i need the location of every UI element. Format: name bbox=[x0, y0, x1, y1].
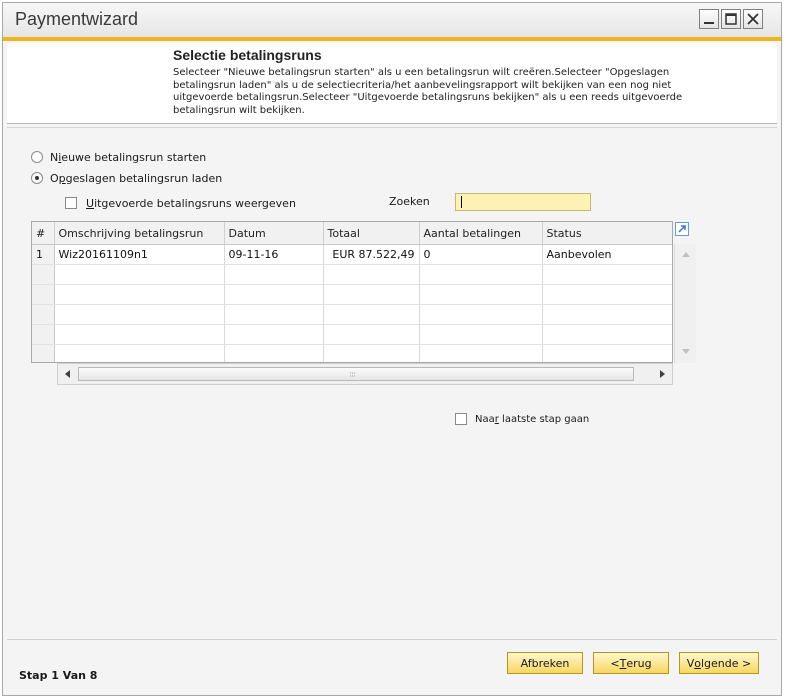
close-icon bbox=[747, 13, 759, 25]
back-button[interactable]: < Terug bbox=[593, 652, 669, 674]
maximize-icon bbox=[725, 13, 737, 25]
radio-load-saved[interactable]: Opgeslagen betalingsrun laden bbox=[31, 170, 222, 186]
radio-new-run[interactable]: Nieuwe betalingsrun starten bbox=[31, 149, 206, 165]
checkbox-goto-last-step-box[interactable] bbox=[455, 413, 467, 425]
scroll-left-icon bbox=[65, 370, 70, 378]
checkbox-show-executed-label: Uitgevoerde betalingsruns weergeven bbox=[86, 196, 296, 210]
footer-divider bbox=[7, 639, 777, 640]
header-divider bbox=[7, 123, 777, 128]
row-number[interactable]: 1 bbox=[32, 244, 55, 265]
table-header: # Omschrijving betalingsrun Datum Totaal… bbox=[32, 222, 672, 245]
column-header-description[interactable]: Omschrijving betalingsrun bbox=[54, 222, 225, 245]
text-caret bbox=[461, 196, 462, 208]
step-indicator: Stap 1 Van 8 bbox=[19, 669, 98, 682]
maximize-button[interactable] bbox=[721, 9, 741, 29]
column-header-total[interactable]: Totaal bbox=[323, 222, 420, 245]
search-input[interactable] bbox=[455, 193, 591, 211]
table-row-empty[interactable] bbox=[32, 264, 672, 285]
header-panel: Selectie betalingsruns Selecteer "Nieuwe… bbox=[7, 43, 777, 123]
radio-new-run-indicator[interactable] bbox=[31, 151, 43, 163]
minimize-button[interactable] bbox=[699, 9, 719, 29]
window-title: Paymentwizard bbox=[15, 9, 139, 29]
table-row-empty[interactable] bbox=[32, 284, 672, 305]
column-header-date[interactable]: Datum bbox=[224, 222, 324, 245]
scroll-right-icon bbox=[660, 370, 665, 378]
radio-new-run-label: Nieuwe betalingsrun starten bbox=[50, 150, 207, 164]
checkbox-goto-last-step-label: Naar laatste stap gaan bbox=[475, 413, 590, 425]
column-header-number[interactable]: # bbox=[32, 222, 55, 245]
minimize-icon bbox=[704, 22, 714, 24]
page-title: Selectie betalingsruns bbox=[173, 47, 322, 63]
payment-wizard-window: Paymentwizard Selectie betalingsruns Sel… bbox=[2, 2, 782, 696]
search-label: Zoeken bbox=[389, 195, 430, 208]
expand-table-icon[interactable] bbox=[675, 222, 689, 236]
next-button[interactable]: Vo lgende > bbox=[679, 652, 759, 674]
page-description: Selecteer "Nieuwe betalingsrun starten" … bbox=[173, 67, 683, 116]
cancel-button[interactable]: Afbreken bbox=[507, 652, 583, 674]
cell-date[interactable]: 09-11-16 bbox=[224, 244, 324, 265]
checkbox-show-executed[interactable]: Uitgevoerde betalingsruns weergeven bbox=[65, 195, 296, 211]
horizontal-scroll-thumb[interactable] bbox=[78, 367, 634, 381]
close-button[interactable] bbox=[743, 9, 763, 29]
scroll-up-icon bbox=[682, 252, 690, 257]
scroll-down-icon bbox=[682, 349, 690, 354]
column-header-status[interactable]: Status bbox=[542, 222, 672, 245]
checkbox-goto-last-step[interactable]: Naar laatste stap gaan bbox=[455, 411, 589, 427]
cell-description[interactable]: Wiz20161109n1 bbox=[54, 244, 225, 265]
radio-load-saved-label: Opgeslagen betalingsrun laden bbox=[50, 171, 223, 185]
cell-status[interactable]: Aanbevolen bbox=[542, 244, 672, 265]
vertical-scrollbar[interactable] bbox=[674, 244, 696, 363]
horizontal-scrollbar[interactable] bbox=[57, 363, 673, 385]
checkbox-show-executed-box[interactable] bbox=[65, 197, 77, 209]
payment-runs-table: # Omschrijving betalingsrun Datum Totaal… bbox=[31, 221, 673, 363]
table-row[interactable]: 1 Wiz20161109n1 09-11-16 EUR 87.522,49 0… bbox=[32, 244, 672, 265]
table-row-empty[interactable] bbox=[32, 304, 672, 325]
cell-payment-count[interactable]: 0 bbox=[419, 244, 543, 265]
table-row-empty[interactable] bbox=[32, 324, 672, 345]
table-row-empty[interactable] bbox=[32, 344, 672, 362]
radio-load-saved-indicator[interactable] bbox=[31, 172, 43, 184]
column-header-payment-count[interactable]: Aantal betalingen bbox=[419, 222, 543, 245]
cell-total[interactable]: EUR 87.522,49 bbox=[323, 244, 420, 265]
title-bar: Paymentwizard bbox=[3, 3, 781, 41]
